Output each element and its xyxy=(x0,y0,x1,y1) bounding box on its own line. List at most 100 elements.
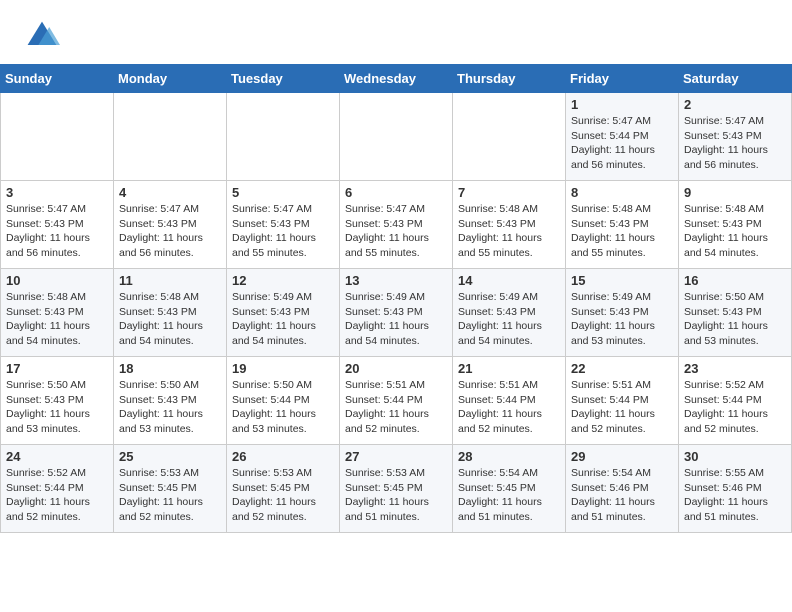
calendar-cell xyxy=(340,93,453,181)
day-number: 21 xyxy=(458,361,560,376)
day-number: 28 xyxy=(458,449,560,464)
header xyxy=(0,0,792,64)
weekday-header-sunday: Sunday xyxy=(1,65,114,93)
day-number: 4 xyxy=(119,185,221,200)
calendar-cell: 16 Sunrise: 5:50 AM Sunset: 5:43 PM Dayli… xyxy=(679,269,792,357)
calendar-cell: 7 Sunrise: 5:48 AM Sunset: 5:43 PM Daylig… xyxy=(453,181,566,269)
calendar-cell: 10 Sunrise: 5:48 AM Sunset: 5:43 PM Dayli… xyxy=(1,269,114,357)
day-number: 27 xyxy=(345,449,447,464)
day-number: 24 xyxy=(6,449,108,464)
day-info: Sunrise: 5:49 AM Sunset: 5:43 PM Dayligh… xyxy=(571,290,673,349)
calendar-cell: 25 Sunrise: 5:53 AM Sunset: 5:45 PM Dayli… xyxy=(114,445,227,533)
day-number: 18 xyxy=(119,361,221,376)
day-number: 19 xyxy=(232,361,334,376)
day-number: 2 xyxy=(684,97,786,112)
day-number: 29 xyxy=(571,449,673,464)
day-info: Sunrise: 5:55 AM Sunset: 5:46 PM Dayligh… xyxy=(684,466,786,525)
page: SundayMondayTuesdayWednesdayThursdayFrid… xyxy=(0,0,792,533)
day-number: 3 xyxy=(6,185,108,200)
day-info: Sunrise: 5:48 AM Sunset: 5:43 PM Dayligh… xyxy=(119,290,221,349)
calendar-cell xyxy=(114,93,227,181)
day-number: 5 xyxy=(232,185,334,200)
day-number: 25 xyxy=(119,449,221,464)
week-row-4: 17Sunrise: 5:50 AM Sunset: 5:43 PM Dayli… xyxy=(1,357,792,445)
day-info: Sunrise: 5:54 AM Sunset: 5:45 PM Dayligh… xyxy=(458,466,560,525)
calendar-cell: 14 Sunrise: 5:49 AM Sunset: 5:43 PM Dayli… xyxy=(453,269,566,357)
calendar-cell: 8 Sunrise: 5:48 AM Sunset: 5:43 PM Daylig… xyxy=(566,181,679,269)
calendar-cell: 29 Sunrise: 5:54 AM Sunset: 5:46 PM Dayli… xyxy=(566,445,679,533)
day-info: Sunrise: 5:48 AM Sunset: 5:43 PM Dayligh… xyxy=(684,202,786,261)
calendar-cell: 13Sunrise: 5:49 AM Sunset: 5:43 PM Dayli… xyxy=(340,269,453,357)
calendar-cell: 20Sunrise: 5:51 AM Sunset: 5:44 PM Dayli… xyxy=(340,357,453,445)
week-row-1: 1Sunrise: 5:47 AM Sunset: 5:44 PM Daylig… xyxy=(1,93,792,181)
day-number: 26 xyxy=(232,449,334,464)
day-number: 9 xyxy=(684,185,786,200)
day-info: Sunrise: 5:49 AM Sunset: 5:43 PM Dayligh… xyxy=(458,290,560,349)
calendar-cell xyxy=(453,93,566,181)
day-info: Sunrise: 5:50 AM Sunset: 5:43 PM Dayligh… xyxy=(684,290,786,349)
day-number: 23 xyxy=(684,361,786,376)
day-info: Sunrise: 5:48 AM Sunset: 5:43 PM Dayligh… xyxy=(458,202,560,261)
day-number: 6 xyxy=(345,185,447,200)
day-number: 10 xyxy=(6,273,108,288)
week-row-2: 3 Sunrise: 5:47 AM Sunset: 5:43 PM Daylig… xyxy=(1,181,792,269)
day-number: 20 xyxy=(345,361,447,376)
logo-icon xyxy=(24,18,60,54)
calendar-cell: 27 Sunrise: 5:53 AM Sunset: 5:45 PM Dayli… xyxy=(340,445,453,533)
day-number: 7 xyxy=(458,185,560,200)
calendar-cell: 5 Sunrise: 5:47 AM Sunset: 5:43 PM Daylig… xyxy=(227,181,340,269)
calendar-cell: 2 Sunrise: 5:47 AM Sunset: 5:43 PM Daylig… xyxy=(679,93,792,181)
week-row-5: 24 Sunrise: 5:52 AM Sunset: 5:44 PM Dayli… xyxy=(1,445,792,533)
calendar-cell: 4 Sunrise: 5:47 AM Sunset: 5:43 PM Daylig… xyxy=(114,181,227,269)
calendar-cell: 23 Sunrise: 5:52 AM Sunset: 5:44 PM Dayli… xyxy=(679,357,792,445)
calendar-cell: 24 Sunrise: 5:52 AM Sunset: 5:44 PM Dayli… xyxy=(1,445,114,533)
day-info: Sunrise: 5:50 AM Sunset: 5:44 PM Dayligh… xyxy=(232,378,334,437)
weekday-header-friday: Friday xyxy=(566,65,679,93)
calendar-cell: 11Sunrise: 5:48 AM Sunset: 5:43 PM Dayli… xyxy=(114,269,227,357)
day-info: Sunrise: 5:47 AM Sunset: 5:43 PM Dayligh… xyxy=(684,114,786,173)
day-info: Sunrise: 5:47 AM Sunset: 5:43 PM Dayligh… xyxy=(119,202,221,261)
day-info: Sunrise: 5:47 AM Sunset: 5:43 PM Dayligh… xyxy=(6,202,108,261)
day-number: 14 xyxy=(458,273,560,288)
weekday-header-monday: Monday xyxy=(114,65,227,93)
day-info: Sunrise: 5:52 AM Sunset: 5:44 PM Dayligh… xyxy=(684,378,786,437)
calendar-cell: 15Sunrise: 5:49 AM Sunset: 5:43 PM Dayli… xyxy=(566,269,679,357)
day-number: 30 xyxy=(684,449,786,464)
calendar-cell: 21 Sunrise: 5:51 AM Sunset: 5:44 PM Dayli… xyxy=(453,357,566,445)
day-number: 13 xyxy=(345,273,447,288)
day-info: Sunrise: 5:52 AM Sunset: 5:44 PM Dayligh… xyxy=(6,466,108,525)
day-info: Sunrise: 5:51 AM Sunset: 5:44 PM Dayligh… xyxy=(571,378,673,437)
day-info: Sunrise: 5:48 AM Sunset: 5:43 PM Dayligh… xyxy=(571,202,673,261)
day-number: 12 xyxy=(232,273,334,288)
calendar-cell: 9 Sunrise: 5:48 AM Sunset: 5:43 PM Daylig… xyxy=(679,181,792,269)
day-number: 8 xyxy=(571,185,673,200)
day-info: Sunrise: 5:53 AM Sunset: 5:45 PM Dayligh… xyxy=(119,466,221,525)
day-info: Sunrise: 5:47 AM Sunset: 5:44 PM Dayligh… xyxy=(571,114,673,173)
weekday-header-row: SundayMondayTuesdayWednesdayThursdayFrid… xyxy=(1,65,792,93)
day-info: Sunrise: 5:47 AM Sunset: 5:43 PM Dayligh… xyxy=(345,202,447,261)
day-info: Sunrise: 5:49 AM Sunset: 5:43 PM Dayligh… xyxy=(232,290,334,349)
day-info: Sunrise: 5:54 AM Sunset: 5:46 PM Dayligh… xyxy=(571,466,673,525)
weekday-header-tuesday: Tuesday xyxy=(227,65,340,93)
calendar-cell: 22 Sunrise: 5:51 AM Sunset: 5:44 PM Dayli… xyxy=(566,357,679,445)
day-info: Sunrise: 5:53 AM Sunset: 5:45 PM Dayligh… xyxy=(345,466,447,525)
calendar-cell xyxy=(1,93,114,181)
day-info: Sunrise: 5:50 AM Sunset: 5:43 PM Dayligh… xyxy=(6,378,108,437)
calendar-cell: 28 Sunrise: 5:54 AM Sunset: 5:45 PM Dayli… xyxy=(453,445,566,533)
week-row-3: 10 Sunrise: 5:48 AM Sunset: 5:43 PM Dayli… xyxy=(1,269,792,357)
day-info: Sunrise: 5:47 AM Sunset: 5:43 PM Dayligh… xyxy=(232,202,334,261)
day-info: Sunrise: 5:53 AM Sunset: 5:45 PM Dayligh… xyxy=(232,466,334,525)
weekday-header-thursday: Thursday xyxy=(453,65,566,93)
calendar-cell xyxy=(227,93,340,181)
day-info: Sunrise: 5:48 AM Sunset: 5:43 PM Dayligh… xyxy=(6,290,108,349)
calendar-cell: 30 Sunrise: 5:55 AM Sunset: 5:46 PM Dayli… xyxy=(679,445,792,533)
day-info: Sunrise: 5:50 AM Sunset: 5:43 PM Dayligh… xyxy=(119,378,221,437)
day-number: 22 xyxy=(571,361,673,376)
day-info: Sunrise: 5:51 AM Sunset: 5:44 PM Dayligh… xyxy=(458,378,560,437)
calendar-cell: 17Sunrise: 5:50 AM Sunset: 5:43 PM Dayli… xyxy=(1,357,114,445)
calendar-cell: 18 Sunrise: 5:50 AM Sunset: 5:43 PM Dayli… xyxy=(114,357,227,445)
weekday-header-saturday: Saturday xyxy=(679,65,792,93)
day-number: 16 xyxy=(684,273,786,288)
logo xyxy=(24,18,62,54)
calendar-cell: 3 Sunrise: 5:47 AM Sunset: 5:43 PM Daylig… xyxy=(1,181,114,269)
